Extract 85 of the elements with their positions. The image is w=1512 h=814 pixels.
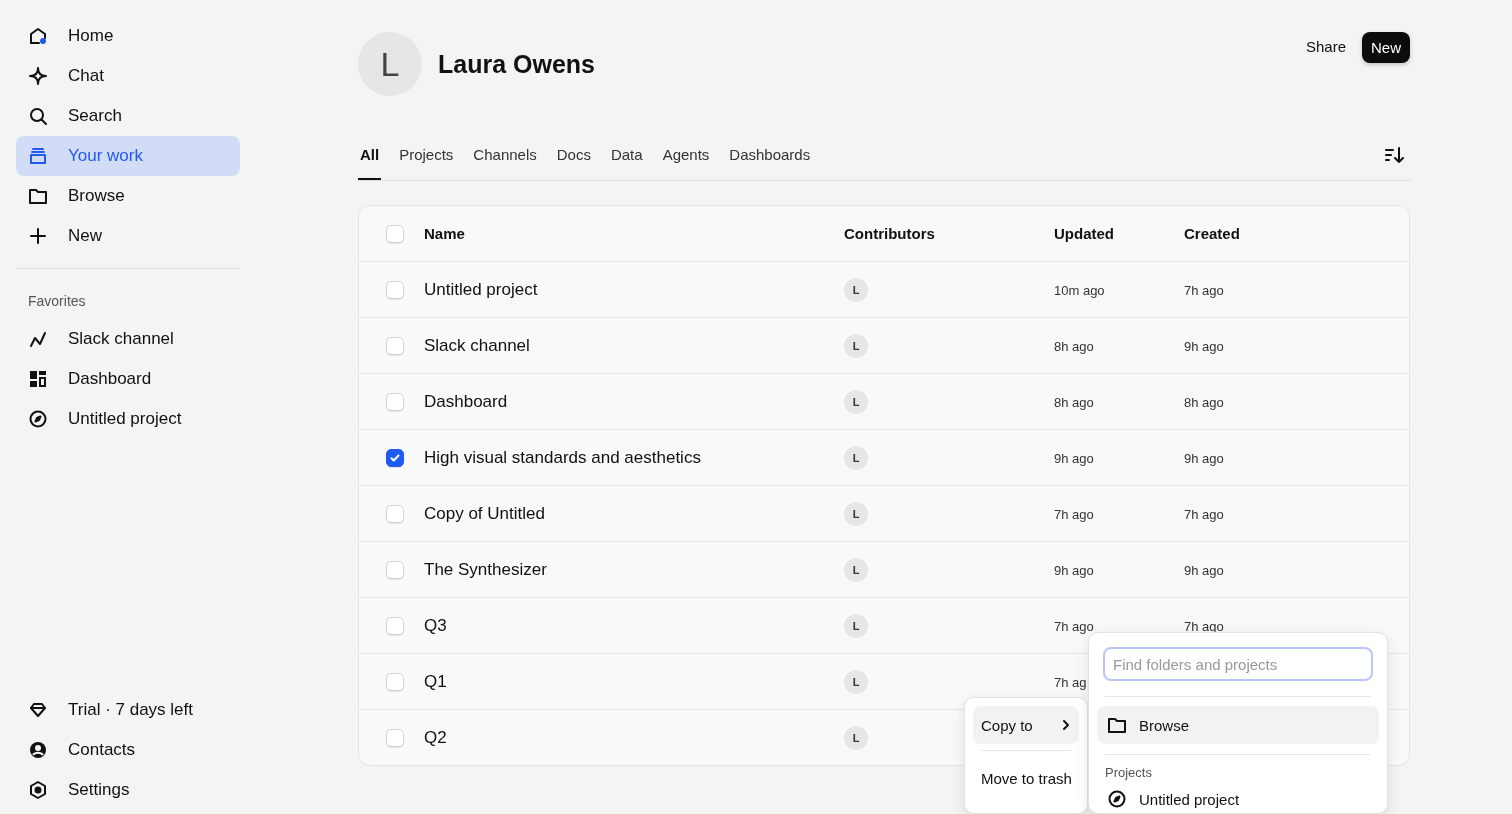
search-icon	[28, 106, 48, 126]
column-header[interactable]: Updated	[1054, 225, 1114, 242]
tab[interactable]: Dashboards	[727, 146, 813, 180]
search-field[interactable]: Find folders and projects	[1103, 647, 1373, 681]
contributor-avatar: L	[844, 725, 868, 750]
timestamp: 7h ag	[1054, 675, 1087, 690]
select-all-checkbox[interactable]	[386, 224, 404, 243]
folder-icon	[28, 186, 48, 206]
item-name[interactable]: High visual standards and aesthetics	[424, 447, 701, 467]
profile-name: Laura Owens	[438, 49, 595, 79]
menu-item[interactable]: Copy to	[973, 706, 1079, 744]
settings-icon	[28, 780, 48, 800]
sidebar-item[interactable]: Home	[16, 16, 240, 56]
folder-icon	[1107, 715, 1127, 735]
menu-item[interactable]: Untitled project	[1097, 784, 1379, 814]
contributor-avatar: L	[844, 445, 868, 470]
contributor-avatar: L	[844, 613, 868, 638]
timestamp: 9h ago	[1184, 339, 1224, 354]
column-header[interactable]: Created	[1184, 225, 1240, 242]
contributor-avatar: L	[844, 557, 868, 582]
compass-icon	[28, 409, 48, 429]
menu-item[interactable]: Move to trash	[973, 759, 1079, 797]
sidebar-item[interactable]: Settings	[16, 770, 240, 810]
contributor-avatar: L	[844, 389, 868, 414]
sidebar-item[interactable]: Chat	[16, 56, 240, 96]
contributor-avatar: L	[844, 333, 868, 358]
sidebar-item[interactable]: Search	[16, 96, 240, 136]
timestamp: 8h ago	[1054, 339, 1094, 354]
timestamp: 7h ago	[1054, 619, 1094, 634]
timestamp: 7h ago	[1184, 283, 1224, 298]
timestamp: 9h ago	[1054, 451, 1094, 466]
contributor-avatar: L	[844, 501, 868, 526]
item-name[interactable]: Dashboard	[424, 391, 508, 411]
row-checkbox[interactable]	[386, 448, 404, 467]
contributor-avatar: L	[844, 669, 868, 694]
item-name[interactable]: Copy of Untitled	[424, 503, 545, 523]
timestamp: 7h ago	[1054, 507, 1094, 522]
sidebar-item[interactable]: Dashboard	[16, 359, 240, 399]
column-header[interactable]: Contributors	[844, 225, 935, 242]
section-heading: Projects	[1104, 764, 1153, 782]
home-icon	[28, 26, 48, 46]
tab[interactable]: Projects	[397, 146, 456, 180]
timestamp: 10m ago	[1054, 283, 1105, 298]
timestamp: 9h ago	[1184, 563, 1224, 578]
timestamp: 8h ago	[1054, 395, 1094, 410]
menu-item[interactable]: Browse	[1097, 706, 1379, 744]
tab[interactable]: All	[358, 146, 382, 180]
item-name[interactable]: Untitled project	[424, 279, 538, 299]
dashboard-icon	[28, 369, 48, 389]
tab[interactable]: Data	[608, 146, 645, 180]
tab[interactable]: Channels	[471, 146, 539, 180]
sparkle-icon	[28, 66, 48, 86]
sidebar-item[interactable]: Your work	[16, 136, 240, 176]
sidebar-item[interactable]: New	[16, 216, 240, 256]
sidebar-item[interactable]: Slack channel	[16, 319, 240, 359]
timestamp: 7h ago	[1184, 507, 1224, 522]
compass-icon	[1107, 789, 1127, 809]
new-button[interactable]: New	[1362, 32, 1410, 63]
timestamp: 8h ago	[1184, 395, 1224, 410]
chevron-right-icon	[1061, 719, 1071, 731]
timestamp: 9h ago	[1054, 563, 1094, 578]
item-name[interactable]: Q2	[424, 727, 447, 747]
checkmark-icon	[389, 451, 401, 464]
sidebar-item[interactable]: Browse	[16, 176, 240, 216]
plus-icon	[28, 226, 48, 246]
section-heading: Favorites	[27, 292, 87, 311]
tab[interactable]: Docs	[554, 146, 593, 180]
column-header[interactable]: Name	[424, 225, 465, 242]
item-name[interactable]: Slack channel	[424, 335, 530, 355]
tab[interactable]: Agents	[660, 146, 712, 180]
sidebar-item[interactable]: Trial · 7 days left	[16, 690, 240, 730]
sidebar-item[interactable]: Contacts	[16, 730, 240, 770]
stack-icon	[28, 146, 48, 166]
sort-icon[interactable]	[1384, 146, 1404, 164]
item-name[interactable]: The Synthesizer	[424, 559, 547, 579]
diamond-icon	[28, 700, 48, 720]
item-name[interactable]: Q3	[424, 615, 447, 635]
line-graph-icon	[28, 329, 48, 349]
item-name[interactable]: Q1	[424, 671, 447, 691]
avatar: L	[358, 32, 422, 96]
sidebar-item[interactable]: Untitled project	[16, 399, 240, 439]
contributor-avatar: L	[844, 277, 868, 302]
contact-icon	[28, 740, 48, 760]
timestamp: 9h ago	[1184, 451, 1224, 466]
share-button[interactable]: Share	[1297, 32, 1354, 61]
